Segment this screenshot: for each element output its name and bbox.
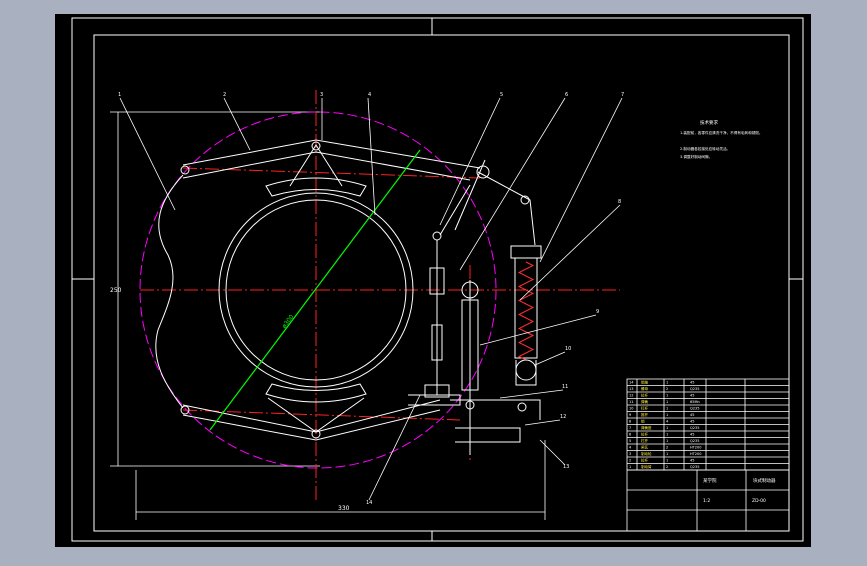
balloon-8: 8 [618, 199, 621, 205]
parts-list-cell: 1 [666, 439, 668, 443]
balloon-4: 4 [368, 92, 371, 98]
parts-list-cell: 11 [629, 400, 633, 404]
parts-list-cell: 45 [690, 413, 694, 417]
parts-list-cell: 13 [629, 387, 633, 391]
parts-list-cell: 3 [629, 452, 631, 456]
balloon-6: 6 [565, 92, 568, 98]
parts-list-cell: 45 [690, 420, 694, 424]
height-dimension-label: 250 [110, 287, 122, 294]
parts-list-cell: 45 [690, 433, 694, 437]
note-1: 1.装配前，各零件应清洗干净，不得有毛刺和锈斑。 [680, 130, 763, 135]
balloon-2: 2 [223, 92, 226, 98]
parts-list-cell: 1 [666, 381, 668, 385]
balloon-5: 5 [500, 92, 503, 98]
parts-list-cell: 1 [666, 433, 668, 437]
parts-list-cell: Q235 [690, 426, 699, 430]
parts-list-cell: 1 [666, 400, 668, 404]
parts-list-cell: 拉杆 [641, 432, 649, 437]
parts-list-cell: 1 [666, 426, 668, 430]
parts-list-cell: Q235 [690, 387, 699, 391]
parts-list-cell: 销 [641, 419, 645, 424]
width-dimension-label: 330 [338, 505, 350, 512]
parts-list-cell: 45 [690, 394, 694, 398]
balloon-14: 14 [366, 500, 372, 506]
parts-list-cell: 弹簧座 [641, 425, 652, 430]
drawing-name: 块式制动器 [753, 477, 776, 484]
parts-list-cell: 闸瓦 [641, 445, 649, 450]
balloon-1: 1 [118, 92, 121, 98]
parts-list-cell: 制动轮 [641, 451, 652, 456]
parts-list-cell: 拉杆 [641, 393, 649, 398]
parts-list-cell: 2 [666, 387, 668, 391]
parts-list-cell: 销轴 [641, 380, 649, 385]
parts-list-cell: 7 [629, 426, 631, 430]
drawing-number: ZD-00 [752, 498, 766, 504]
parts-list-cell: 5 [629, 439, 631, 443]
parts-list-cell: 45 [690, 459, 694, 463]
parts-list-cell: 制动臂 [641, 464, 652, 469]
balloon-7: 7 [621, 92, 624, 98]
parts-list-cell: 1 [666, 452, 668, 456]
parts-list-cell: 2 [666, 465, 668, 469]
parts-list-cell: Q235 [690, 439, 699, 443]
parts-list-cell: 杠杆 [641, 438, 649, 443]
company-name: 某学院 [703, 477, 717, 484]
parts-list-cell: 9 [629, 413, 631, 417]
parts-list-cell: 拉杆 [641, 458, 649, 463]
parts-list-cell: 12 [629, 394, 633, 398]
parts-list-cell: Q235 [690, 407, 699, 411]
parts-list-cell: 8 [629, 420, 631, 424]
drawing-scale: 1:2 [703, 498, 710, 504]
parts-list-cell: 弹簧 [641, 399, 649, 404]
note-2: 2.制动器各铰接处应转动灵活。 [680, 146, 730, 151]
balloon-9: 9 [596, 309, 599, 315]
note-3: 3.调整好制动间隙。 [680, 154, 712, 159]
notes-title: 技术要求 [700, 119, 718, 126]
parts-list-cell: 2 [666, 446, 668, 450]
parts-list-cell: 杠杆 [641, 406, 649, 411]
balloon-12: 12 [560, 414, 566, 420]
parts-list-cell: 45 [690, 381, 694, 385]
drawing-canvas: ø300 250 330 1 2 3 4 5 6 7 8 9 10 11 12 … [55, 14, 811, 547]
parts-list-cell: 1 [629, 465, 631, 469]
cad-viewport: ø300 250 330 1 2 3 4 5 6 7 8 9 10 11 12 … [0, 0, 867, 562]
parts-list-cell: 螺母 [641, 386, 649, 391]
parts-list-cell: 1 [666, 394, 668, 398]
parts-list-cell: 推杆 [641, 412, 649, 417]
parts-list-cell: Q235 [690, 465, 699, 469]
parts-list-cell: 10 [629, 407, 633, 411]
parts-list-cell: 1 [666, 413, 668, 417]
balloon-11: 11 [562, 384, 568, 390]
parts-list-cell: HT200 [690, 446, 701, 450]
parts-list-cell: 6 [629, 433, 631, 437]
parts-list-cell: 65Mn [690, 400, 700, 404]
parts-list-cell: HT200 [690, 452, 701, 456]
parts-list-cell: 1 [666, 459, 668, 463]
balloon-13: 13 [563, 464, 569, 470]
balloon-10: 10 [565, 346, 571, 352]
parts-list-cell: 14 [629, 381, 634, 385]
parts-list-cell: 1 [666, 407, 668, 411]
parts-list-cell: 2 [629, 459, 631, 463]
balloon-3: 3 [320, 92, 323, 98]
